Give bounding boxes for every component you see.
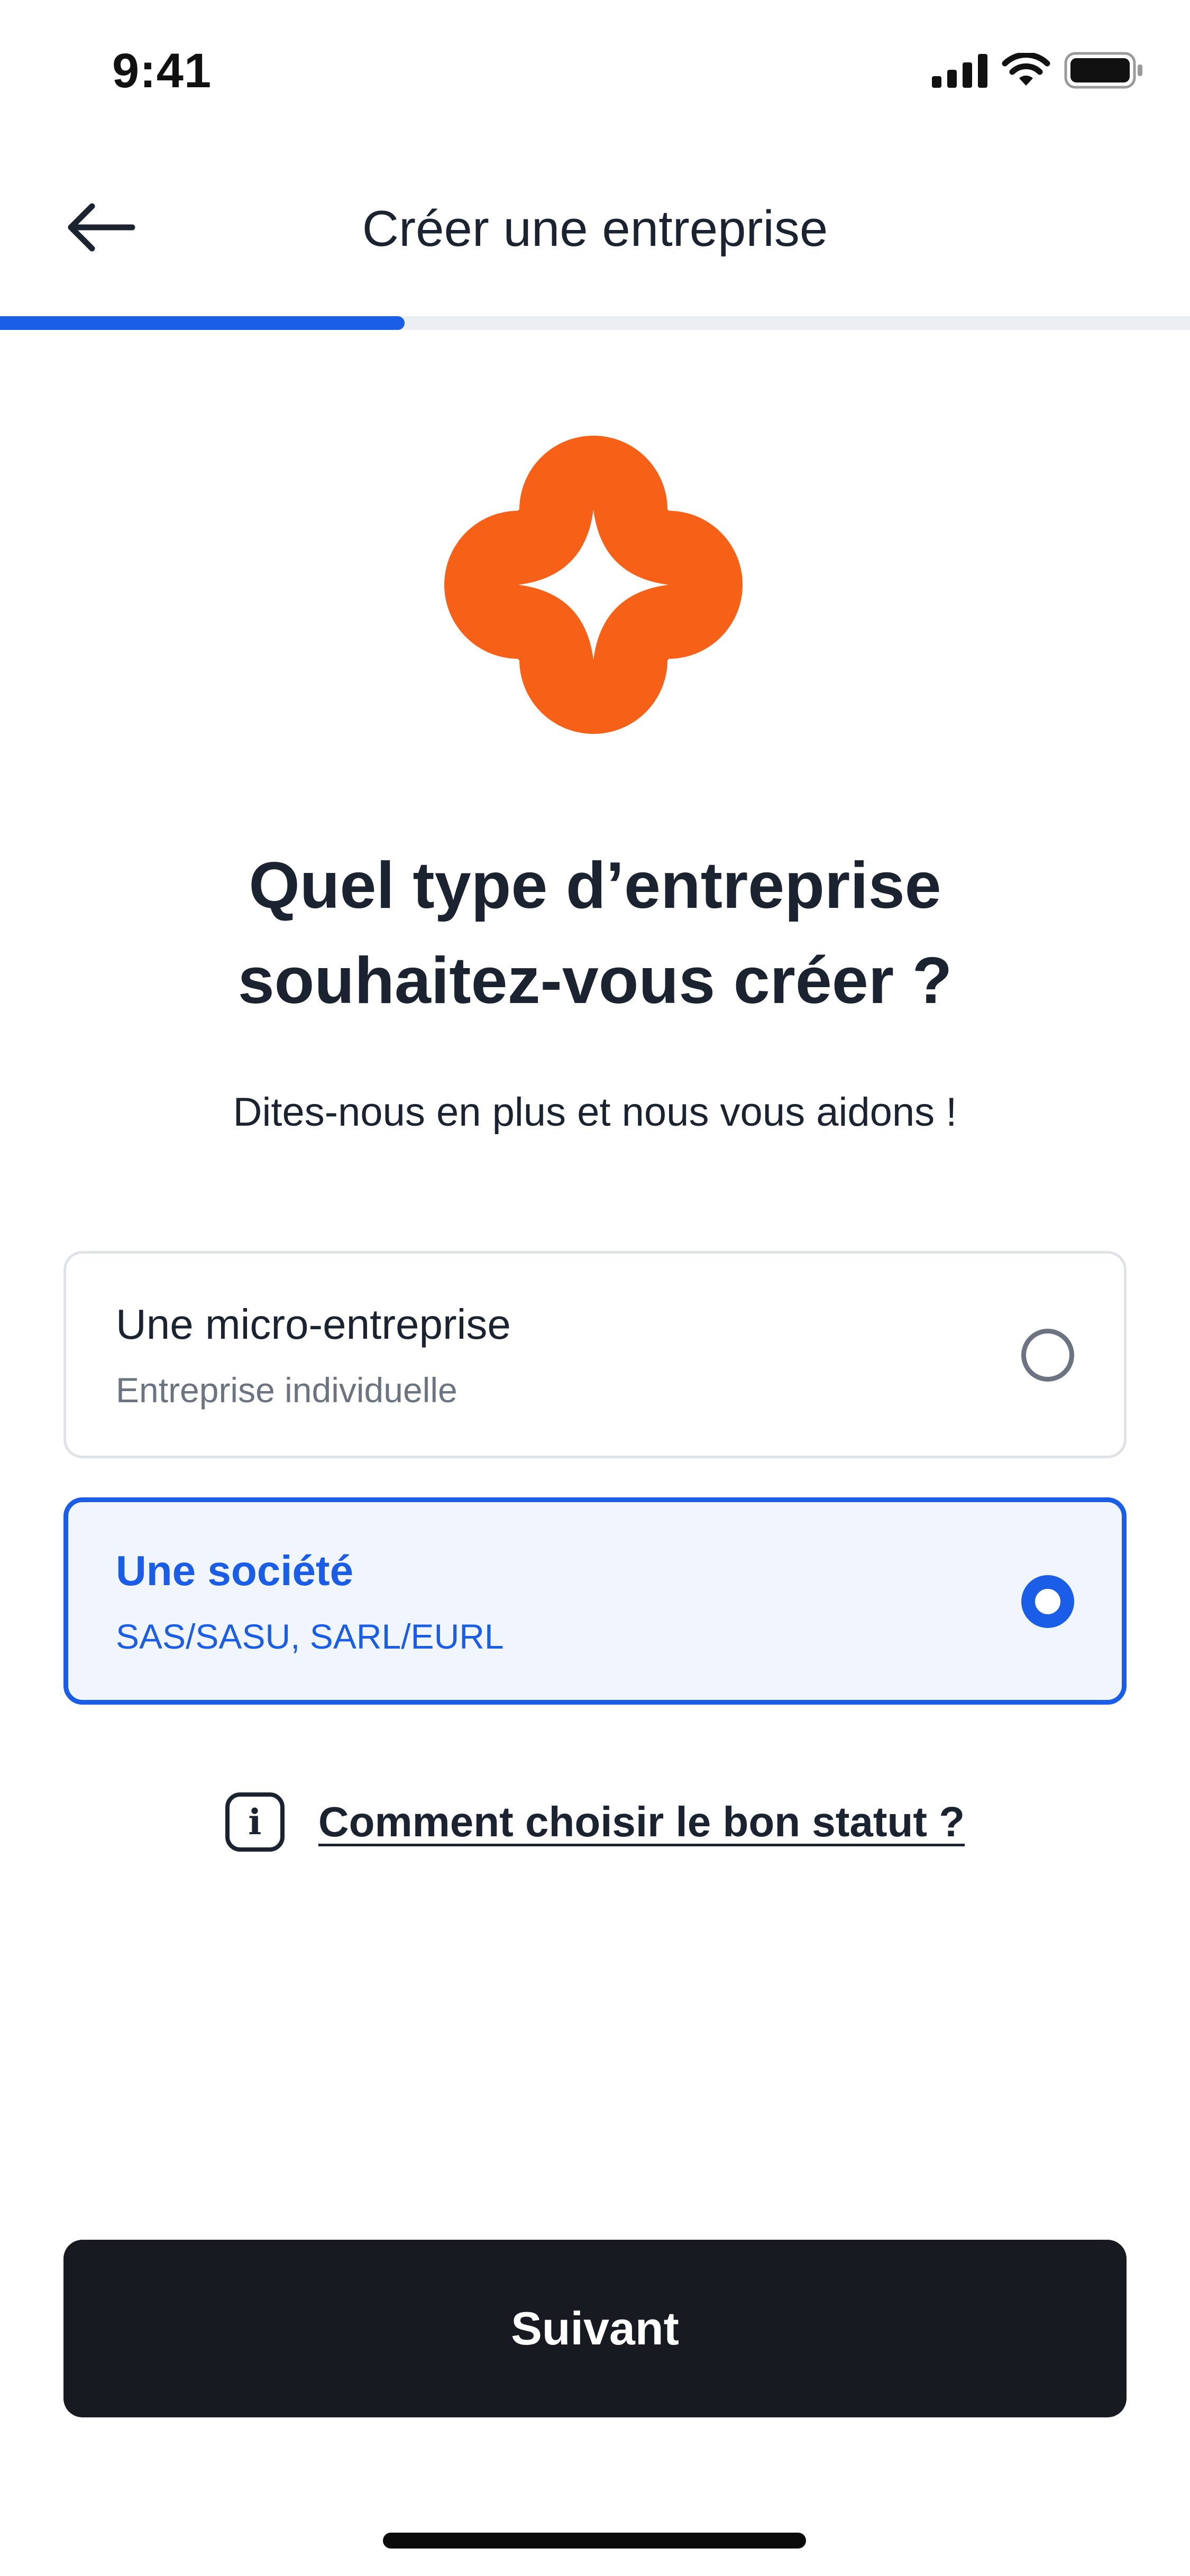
progress-bar	[0, 316, 1190, 330]
status-time: 9:41	[112, 44, 212, 98]
home-indicator	[383, 2533, 806, 2549]
radio-selected[interactable]	[1021, 1575, 1074, 1628]
option-title: Une société	[116, 1547, 354, 1594]
radio-unselected[interactable]	[1021, 1329, 1074, 1382]
page-title: Créer une entreprise	[362, 200, 828, 257]
cellular-signal-icon	[932, 54, 987, 88]
create-company-screen: 9:41 Créer une entreprise Quel type d’en…	[0, 0, 1190, 2576]
question-subtitle: Dites-nous en plus et nous vous aidons !	[233, 1090, 957, 1135]
help-link[interactable]: Comment choisir le bon statut ?	[318, 1798, 965, 1846]
option-micro-entreprise[interactable]: Une micro-entreprise Entreprise individu…	[63, 1251, 1127, 1458]
question-line-2: souhaitez-vous créer ?	[237, 944, 953, 1017]
progress-fill	[0, 316, 405, 330]
option-title: Une micro-entreprise	[116, 1301, 511, 1348]
flower-sparkle-logo	[444, 436, 743, 734]
option-subtitle: SAS/SASU, SARL/EURL	[116, 1617, 504, 1656]
next-button[interactable]: Suivant	[63, 2240, 1127, 2417]
question-line-1: Quel type d’entreprise	[249, 849, 941, 922]
battery-icon	[1064, 52, 1142, 89]
question-heading: Quel type d’entreprise souhaitez-vous cr…	[106, 838, 1084, 1028]
wifi-icon	[1002, 53, 1050, 86]
status-icons	[932, 52, 1143, 89]
option-societe[interactable]: Une société SAS/SASU, SARL/EURL	[63, 1497, 1127, 1705]
help-row: i Comment choisir le bon statut ?	[0, 1792, 1190, 1852]
option-subtitle: Entreprise individuelle	[116, 1370, 457, 1410]
info-icon: i	[225, 1792, 285, 1852]
